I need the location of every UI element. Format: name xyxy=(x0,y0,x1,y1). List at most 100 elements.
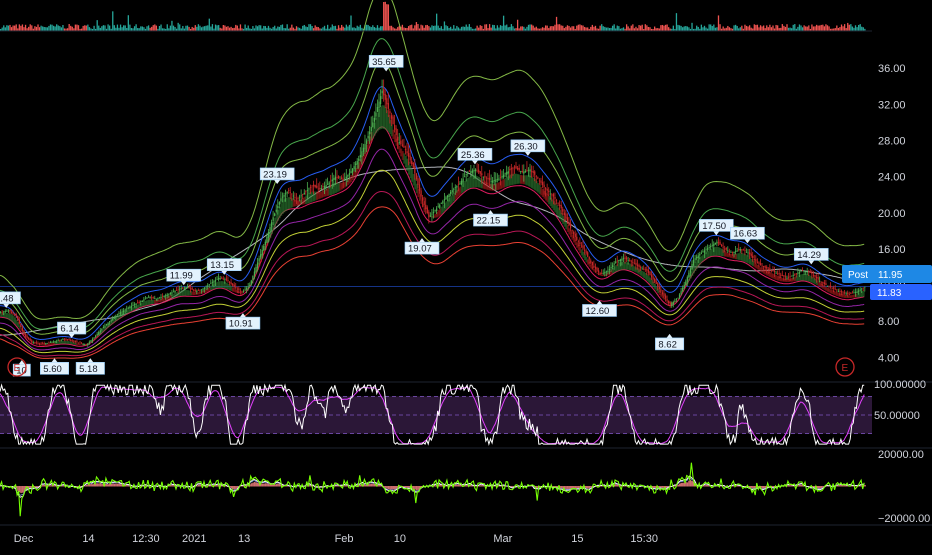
volume-bar xyxy=(727,25,729,31)
candle-body xyxy=(512,168,514,170)
price-tag-label: 14.29 xyxy=(797,250,821,261)
candle-body xyxy=(819,280,821,282)
candle-body xyxy=(387,103,390,109)
volume-bar xyxy=(613,24,615,31)
volume-bar xyxy=(225,26,228,31)
candle-body xyxy=(724,248,726,250)
flow-histogram-bar xyxy=(390,486,393,490)
volume-bar xyxy=(140,26,142,31)
volume-bar xyxy=(280,25,282,31)
candle-body xyxy=(163,295,165,298)
candle-body xyxy=(57,340,59,342)
candle-body xyxy=(577,241,579,243)
volume-bar xyxy=(323,25,326,31)
candle-body xyxy=(496,178,499,180)
volume-bar xyxy=(744,24,746,31)
flow-histogram-bar xyxy=(253,482,256,487)
candle-body xyxy=(264,241,267,245)
volume-bar xyxy=(264,26,267,31)
candle-body xyxy=(602,272,604,274)
candle-body xyxy=(400,140,402,145)
candle-body xyxy=(694,258,696,260)
candle-body xyxy=(727,250,729,252)
volume-bar xyxy=(856,27,858,31)
volume-bar xyxy=(559,24,561,31)
candle-body xyxy=(342,179,344,181)
volume-bar xyxy=(814,26,816,31)
candle-body xyxy=(280,198,282,202)
candle-body xyxy=(23,330,25,335)
candle-body xyxy=(370,126,372,132)
candle-body xyxy=(232,283,234,286)
candle-body xyxy=(794,273,796,275)
candle-body xyxy=(379,96,382,105)
candle-body xyxy=(101,328,103,330)
stock-chart[interactable]: 9.48 10 5.60 6.14 5.18 11.99 13.15 10.91 23.19 35… xyxy=(0,0,932,550)
price-tag-label: 16.63 xyxy=(733,229,757,240)
volume-bar xyxy=(84,25,86,31)
volume-bar xyxy=(277,26,279,31)
candle-body xyxy=(258,258,260,262)
candle-body xyxy=(65,339,67,340)
candle-body xyxy=(473,169,475,172)
flow-histogram-bar xyxy=(199,484,201,487)
price-axis-tick-label: 4.00 xyxy=(878,352,899,364)
volume-bar xyxy=(409,25,411,31)
candle-body xyxy=(842,292,844,294)
volume-bar xyxy=(789,27,791,31)
candle-body xyxy=(566,217,569,222)
candle-body xyxy=(814,275,816,277)
volume-bar xyxy=(186,25,189,31)
volume-bar xyxy=(546,25,548,31)
candle-body xyxy=(565,213,567,219)
candle-body xyxy=(200,289,203,291)
candle-body xyxy=(563,212,565,216)
flow-histogram-bar xyxy=(798,484,801,487)
flow-histogram-bar xyxy=(393,486,396,490)
price-tag-label: 13.15 xyxy=(210,260,234,271)
candle-body xyxy=(4,311,6,312)
flow-histogram-bar xyxy=(574,486,577,489)
volume-bar xyxy=(756,24,759,31)
candle-body xyxy=(530,170,533,172)
candle-body xyxy=(700,252,703,254)
candle-body xyxy=(529,169,531,172)
volume-bar xyxy=(668,27,670,31)
volume-bar xyxy=(767,27,769,31)
candle-body xyxy=(298,196,301,198)
post-market-badge[interactable]: Post 11.95 xyxy=(842,265,932,283)
candle-body xyxy=(28,337,30,340)
price-tag-label: 5.18 xyxy=(79,364,98,375)
volume-bar xyxy=(87,24,89,31)
candle-body xyxy=(560,205,562,209)
candle-body xyxy=(745,251,748,253)
volume-bar xyxy=(526,26,528,31)
candle-body xyxy=(666,299,668,301)
volume-bar xyxy=(59,26,61,31)
volume-bar xyxy=(211,24,214,31)
flow-histogram-bar xyxy=(415,486,418,491)
volume-bar xyxy=(772,25,774,31)
candle-body xyxy=(339,178,341,180)
candle-body xyxy=(260,254,262,258)
volume-bar xyxy=(252,26,254,31)
volume-bar xyxy=(373,27,376,31)
last-price-badge[interactable]: 11.83 xyxy=(870,284,932,300)
volume-bar xyxy=(417,24,419,31)
volume-bar xyxy=(516,19,519,31)
candle-body xyxy=(644,269,646,271)
candle-body xyxy=(18,319,20,324)
volume-bar xyxy=(817,25,819,31)
chart-canvas[interactable]: 9.48 10 5.60 6.14 5.18 11.99 13.15 10.91 23.19 35… xyxy=(0,0,932,550)
volume-bar xyxy=(203,26,206,31)
candle-body xyxy=(675,299,678,300)
volume-bar xyxy=(702,27,704,31)
candle-body xyxy=(697,255,699,258)
candle-body xyxy=(742,249,745,251)
flow-histogram-bar xyxy=(277,483,279,487)
candle-body xyxy=(778,273,780,275)
candle-body xyxy=(688,272,690,277)
candle-body xyxy=(348,173,351,176)
candle-body xyxy=(661,292,664,295)
candle-body xyxy=(460,180,463,185)
